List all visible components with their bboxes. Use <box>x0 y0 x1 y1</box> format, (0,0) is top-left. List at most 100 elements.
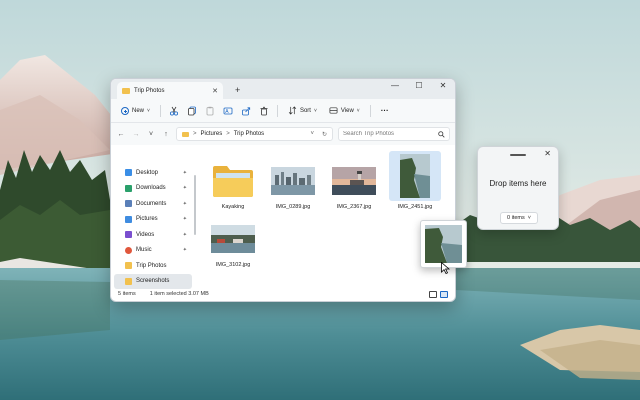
new-tab-button[interactable]: + <box>235 85 240 95</box>
search-input[interactable] <box>343 131 433 137</box>
plus-circle-icon <box>121 106 129 115</box>
new-label: New <box>132 107 145 114</box>
close-button[interactable]: ✕ <box>431 79 455 93</box>
toolbar-divider <box>159 104 161 117</box>
item-count-dropdown[interactable]: 0 items ˅ <box>500 212 538 224</box>
sort-button[interactable]: Sort ˅ <box>284 104 321 117</box>
sidebar-item-label: Videos <box>136 231 155 238</box>
view-label: View <box>340 107 354 114</box>
view-icon <box>329 107 338 114</box>
copy-icon <box>188 106 196 115</box>
maximize-button[interactable]: ☐ <box>407 79 431 93</box>
pin-icon: ✦ <box>182 247 187 254</box>
breadcrumb-pictures[interactable]: Pictures <box>201 131 223 137</box>
coast-photo-icon <box>425 225 462 263</box>
drop-zone-title: Drop items here <box>489 179 547 188</box>
selection-info: 1 item selected 3.07 MB <box>149 291 209 297</box>
rename-icon: A <box>223 107 233 115</box>
more-options-button[interactable]: ··· <box>377 104 393 117</box>
window-controls: — ☐ ✕ <box>383 79 455 93</box>
coast-photo-icon <box>400 154 430 198</box>
file-item-img-2367[interactable]: IMG_2367.jpg <box>328 161 380 210</box>
paste-button[interactable] <box>203 105 217 117</box>
share-button[interactable] <box>239 105 253 117</box>
folder-icon <box>125 277 132 285</box>
file-name: Kayaking <box>221 204 245 210</box>
pin-icon: ✦ <box>182 185 187 192</box>
folder-icon <box>213 166 253 197</box>
drop-items-panel[interactable]: ✕ Drop items here 0 items ˅ <box>477 146 559 230</box>
folder-icon <box>125 262 132 270</box>
view-button[interactable]: View ˅ <box>325 104 364 117</box>
recent-locations-button[interactable]: ˅ <box>146 131 156 138</box>
sidebar-item-desktop[interactable]: Desktop ✦ <box>111 165 195 181</box>
address-dropdown-button[interactable]: ˅ <box>310 131 314 137</box>
sidebar-item-pictures[interactable]: Pictures ✦ <box>111 212 195 228</box>
rename-button[interactable]: A <box>221 105 235 117</box>
music-icon <box>125 246 132 254</box>
folder-icon <box>182 131 189 137</box>
address-bar[interactable]: > Pictures > Trip Photos ˅ ↻ <box>176 127 333 141</box>
navigation-pane: Desktop ✦ Downloads ✦ Documents ✦ Pictur… <box>111 145 196 289</box>
file-name: IMG_2367.jpg <box>336 204 372 210</box>
file-list: Kayaking IMG_0289.jpg IMG_2367.jpg IMG_2… <box>195 145 455 287</box>
sidebar-item-documents[interactable]: Documents ✦ <box>111 196 195 212</box>
breadcrumb-trip-photos[interactable]: Trip Photos <box>234 131 264 137</box>
close-icon[interactable]: ✕ <box>544 149 551 158</box>
file-name: IMG_3102.jpg <box>215 262 251 268</box>
forward-button[interactable]: → <box>131 131 141 138</box>
status-bar: 5 items 1 item selected 3.07 MB <box>111 287 455 301</box>
item-count-label: 0 items <box>507 215 525 221</box>
file-item-img-0289[interactable]: IMG_0289.jpg <box>267 161 319 210</box>
new-button[interactable]: New ˅ <box>117 105 154 117</box>
pin-icon: ✦ <box>182 200 187 207</box>
explorer-body: Desktop ✦ Downloads ✦ Documents ✦ Pictur… <box>111 145 455 289</box>
sidebar-item-trip-photos[interactable]: Trip Photos <box>111 258 195 274</box>
back-button[interactable]: ← <box>116 131 126 138</box>
search-icon <box>438 130 445 138</box>
trash-icon <box>260 106 268 115</box>
file-item-img-3102[interactable]: IMG_3102.jpg <box>207 219 259 268</box>
file-item-img-2451[interactable]: IMG_2451.jpg <box>389 151 441 210</box>
drag-handle[interactable] <box>510 154 526 156</box>
view-toggle <box>429 290 448 298</box>
details-view-button[interactable] <box>429 290 437 298</box>
tab-close-icon[interactable]: ✕ <box>212 87 218 95</box>
copy-button[interactable] <box>185 105 199 117</box>
file-explorer-window: Trip Photos ✕ + — ☐ ✕ New ˅ A Sort ˅ Vie… <box>110 78 456 302</box>
folder-thumbnail <box>207 161 259 201</box>
command-bar: New ˅ A Sort ˅ View ˅ ··· <box>111 99 455 123</box>
sidebar-item-label: Desktop <box>136 169 159 176</box>
pin-icon: ✦ <box>182 169 187 176</box>
sidebar-item-label: Downloads <box>136 185 166 192</box>
sidebar-item-downloads[interactable]: Downloads ✦ <box>111 181 195 197</box>
breadcrumb-separator: > <box>226 131 230 137</box>
chevron-down-icon: ˅ <box>356 107 360 114</box>
toolbar-divider <box>276 104 278 117</box>
search-box[interactable] <box>338 127 450 141</box>
item-count: 5 items <box>118 291 136 297</box>
file-item-kayaking[interactable]: Kayaking <box>207 161 259 210</box>
documents-icon <box>125 200 132 208</box>
clipboard-icon <box>206 106 214 115</box>
scissors-icon <box>169 106 178 116</box>
more-label: ··· <box>380 106 389 115</box>
image-thumbnail <box>328 161 380 201</box>
title-bar[interactable]: Trip Photos ✕ + — ☐ ✕ <box>111 79 455 99</box>
refresh-button[interactable]: ↻ <box>322 131 327 138</box>
share-icon <box>242 106 251 115</box>
lighthouse-photo-icon <box>332 167 376 195</box>
tiles-view-button[interactable] <box>440 290 448 298</box>
tab-title: Trip Photos <box>134 87 165 94</box>
pin-icon: ✦ <box>182 216 187 223</box>
delete-button[interactable] <box>257 105 271 117</box>
pin-icon: ✦ <box>182 231 187 238</box>
drag-preview <box>420 220 467 268</box>
cut-button[interactable] <box>167 105 181 117</box>
up-button[interactable]: ↑ <box>161 131 171 138</box>
sidebar-item-music[interactable]: Music ✦ <box>111 243 195 259</box>
tab-trip-photos[interactable]: Trip Photos ✕ <box>117 82 223 99</box>
file-name: IMG_0289.jpg <box>275 204 311 210</box>
sidebar-item-videos[interactable]: Videos ✦ <box>111 227 195 243</box>
minimize-button[interactable]: — <box>383 79 407 93</box>
